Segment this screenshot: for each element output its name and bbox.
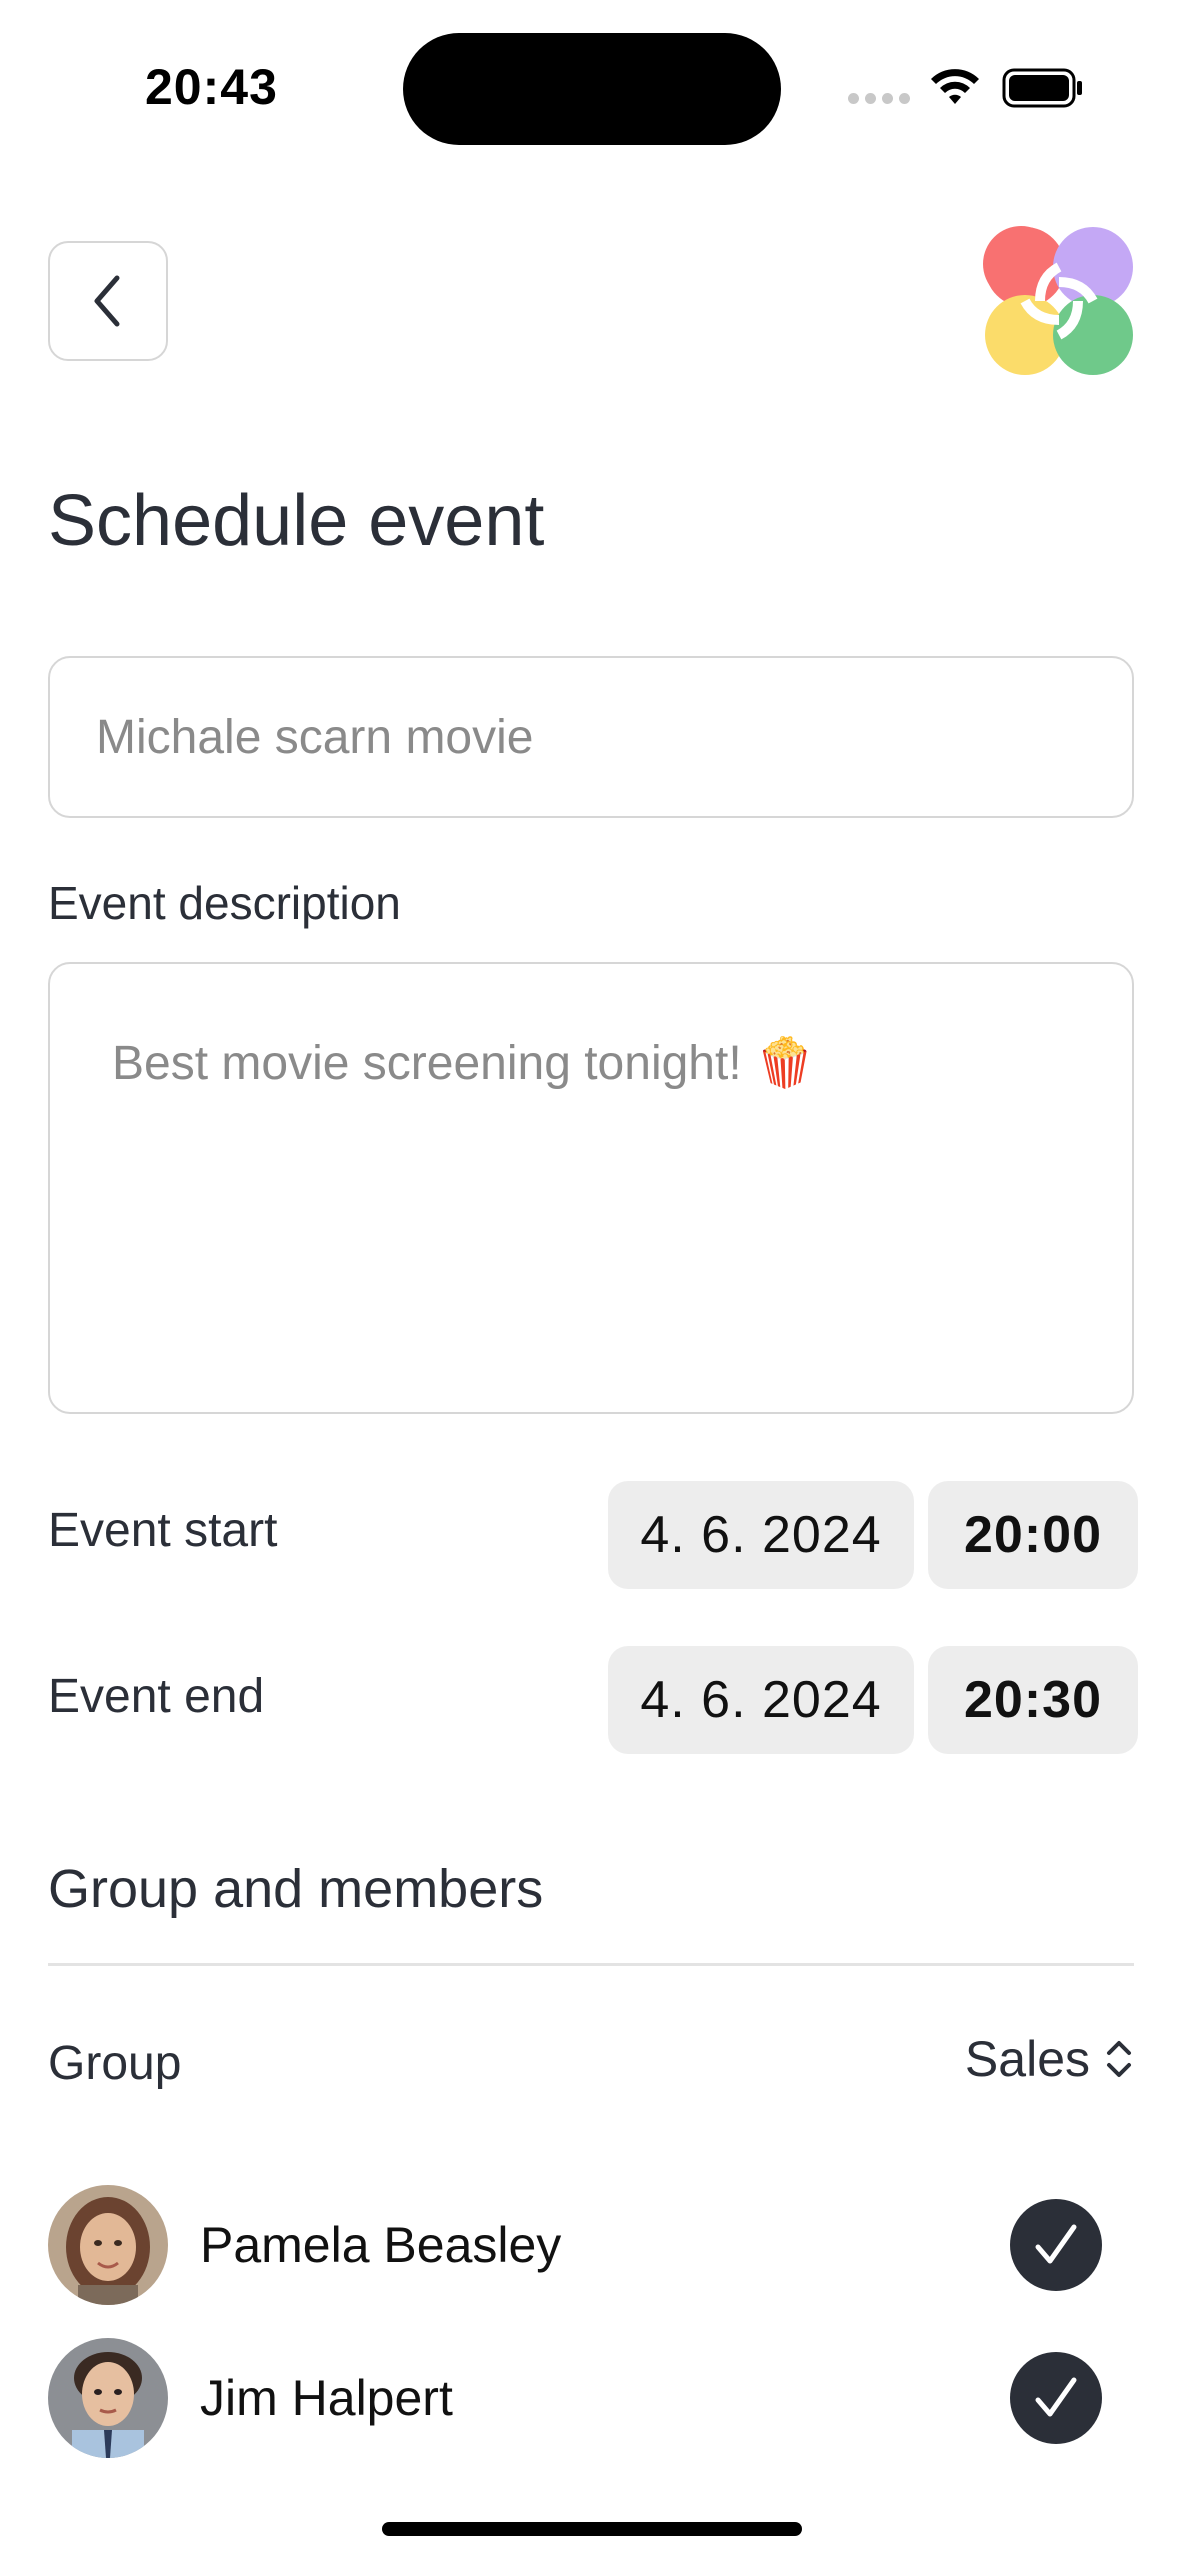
app-logo-icon [983,226,1133,375]
section-divider [48,1963,1134,1966]
back-button[interactable] [48,241,168,361]
dynamic-island [403,33,781,145]
event-end-date-button[interactable]: 4. 6. 2024 [608,1646,914,1754]
checkmark-icon [1035,2377,1077,2417]
page-title: Schedule event [48,481,545,561]
group-select-value: Sales [964,2031,1090,2087]
group-label: Group [48,2037,182,2090]
member-row[interactable]: Pamela Beasley [48,2183,1134,2307]
checkmark-icon [1035,2224,1077,2264]
member-row[interactable]: Jim Halpert [48,2336,1134,2460]
cellular-signal-icon [848,93,910,105]
event-end-label: Event end [48,1670,265,1723]
home-indicator [382,2522,802,2536]
member-selected-checkbox[interactable] [1010,2352,1102,2444]
member-name: Jim Halpert [200,2370,453,2426]
avatar [48,2185,168,2305]
chevron-up-down-icon [1107,2041,1131,2077]
member-name: Pamela Beasley [200,2217,562,2273]
event-start-date-button[interactable]: 4. 6. 2024 [608,1481,914,1589]
event-name-input[interactable]: Michale scarn movie [48,656,1134,818]
group-section-title: Group and members [48,1859,544,1919]
wifi-icon [931,69,979,104]
event-end-time-button[interactable]: 20:30 [928,1646,1138,1754]
event-description-input[interactable]: Best movie screening tonight! 🍿 [48,962,1134,1414]
status-time: 20:43 [145,59,278,115]
event-start-time-button[interactable]: 20:00 [928,1481,1138,1589]
event-description-label: Event description [48,877,401,929]
group-select[interactable]: Sales [965,2030,1134,2088]
event-start-label: Event start [48,1504,278,1557]
avatar [48,2338,168,2458]
member-selected-checkbox[interactable] [1010,2199,1102,2291]
battery-icon [1002,68,1082,108]
chevron-left-icon [94,275,120,327]
